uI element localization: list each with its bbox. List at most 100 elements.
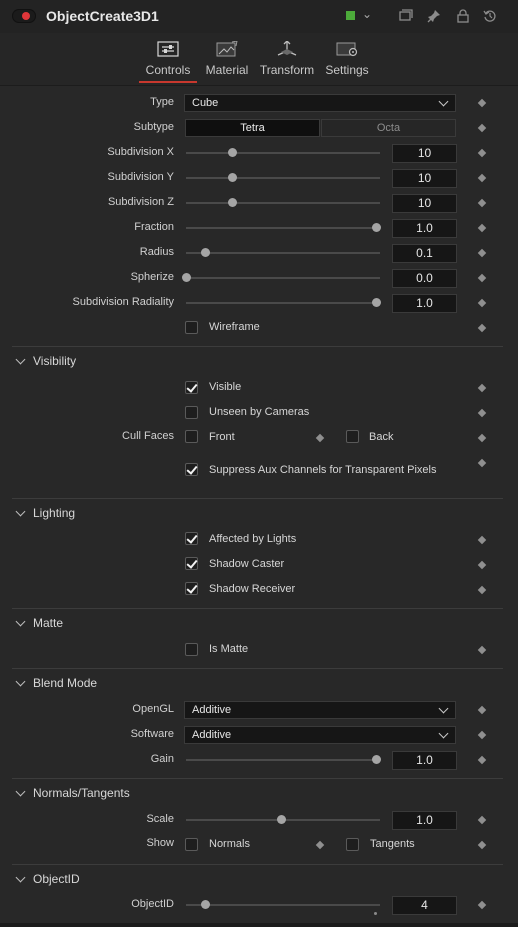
subdivision-x-value-field[interactable]: 10 [392, 144, 457, 163]
keyframe-diamond[interactable] [477, 383, 487, 393]
spherize-slider-track[interactable] [186, 277, 380, 279]
radius-slider-track[interactable] [186, 252, 380, 254]
fraction-value-field[interactable]: 1.0 [392, 219, 457, 238]
tab-material[interactable]: Material [202, 33, 252, 85]
radius-slider-knob[interactable] [201, 248, 210, 257]
tab-controls[interactable]: Controls [139, 33, 197, 85]
keyframe-diamond[interactable] [477, 840, 487, 850]
subdivision-y-value-field[interactable]: 10 [392, 169, 457, 188]
subtype-option-tetra[interactable]: Tetra [185, 119, 320, 137]
reset-icon[interactable] [482, 9, 498, 25]
affected-by-lights-checkbox[interactable] [185, 532, 198, 545]
suppress-aux-checkbox[interactable] [185, 463, 198, 476]
is-matte-checkbox[interactable] [185, 643, 198, 656]
keyframe-diamond[interactable] [477, 730, 487, 740]
keyframe-diamond[interactable] [477, 248, 487, 258]
shadow-caster-checkbox[interactable] [185, 557, 198, 570]
keyframe-diamond[interactable] [477, 535, 487, 545]
subdivision-radiality-slider-knob[interactable] [372, 298, 381, 307]
section-divider [12, 778, 503, 779]
node-title: ObjectCreate3D1 [46, 8, 159, 24]
chevron-down-icon[interactable] [15, 676, 26, 687]
keyframe-diamond[interactable] [477, 645, 487, 655]
color-swatch[interactable] [346, 11, 355, 20]
chevron-down-icon[interactable] [15, 786, 26, 797]
keyframe-diamond[interactable] [477, 298, 487, 308]
subdivision-z-value-field[interactable]: 10 [392, 194, 457, 213]
keyframe-diamond[interactable] [477, 148, 487, 158]
objectid-slider-knob[interactable] [201, 900, 210, 909]
radius-label: Radius [139, 246, 174, 258]
show-tangents-checkbox[interactable] [346, 838, 359, 851]
type-dropdown[interactable]: Cube [184, 94, 456, 112]
gain-slider-track[interactable] [186, 759, 380, 761]
software-dropdown[interactable]: Additive [184, 726, 456, 744]
lock-icon[interactable] [455, 9, 471, 25]
wireframe-checkbox[interactable] [185, 321, 198, 334]
scale-value-field[interactable]: 1.0 [392, 811, 457, 830]
opengl-dropdown[interactable]: Additive [184, 701, 456, 719]
chevron-down-icon[interactable] [15, 506, 26, 517]
keyframe-diamond[interactable] [477, 755, 487, 765]
scale-slider-knob[interactable] [277, 815, 286, 824]
subdivision-z-slider-knob[interactable] [228, 198, 237, 207]
objectid-slider-track[interactable] [186, 904, 380, 906]
keyframe-diamond[interactable] [477, 223, 487, 233]
section-title-visibility[interactable]: Visibility [33, 354, 76, 368]
tab-transform[interactable]: Transform [258, 33, 316, 85]
subdivision-radiality-value-field[interactable]: 1.0 [392, 294, 457, 313]
pin-icon[interactable] [426, 9, 442, 25]
subtype-option-octa[interactable]: Octa [321, 119, 456, 137]
keyframe-diamond[interactable] [477, 173, 487, 183]
keyframe-diamond[interactable] [315, 840, 325, 850]
chevron-down-icon[interactable] [15, 616, 26, 627]
tab-label: Transform [259, 63, 315, 77]
spherize-slider-knob[interactable] [182, 273, 191, 282]
subdivision-z-slider-track[interactable] [186, 202, 380, 204]
spherize-value-field[interactable]: 0.0 [392, 269, 457, 288]
keyframe-diamond[interactable] [477, 433, 487, 443]
fraction-slider-track[interactable] [186, 227, 380, 229]
keyframe-diamond[interactable] [477, 123, 487, 133]
cull-front-checkbox[interactable] [185, 430, 198, 443]
keyframe-diamond[interactable] [477, 815, 487, 825]
subdivision-y-slider-track[interactable] [186, 177, 380, 179]
keyframe-diamond[interactable] [477, 198, 487, 208]
section-title-normals-tangents[interactable]: Normals/Tangents [33, 786, 130, 800]
windows-icon[interactable] [398, 9, 414, 25]
section-title-matte[interactable]: Matte [33, 616, 63, 630]
keyframe-diamond[interactable] [477, 705, 487, 715]
keyframe-diamond[interactable] [477, 408, 487, 418]
radius-value-field[interactable]: 0.1 [392, 244, 457, 263]
keyframe-diamond[interactable] [477, 560, 487, 570]
tab-settings[interactable]: Settings [323, 33, 371, 85]
subtype-label: Subtype [133, 121, 174, 133]
visible-checkbox[interactable] [185, 381, 198, 394]
keyframe-diamond[interactable] [477, 323, 487, 333]
section-title-blend-mode[interactable]: Blend Mode [33, 676, 97, 690]
shadow-receiver-checkbox[interactable] [185, 582, 198, 595]
subdivision-radiality-slider-track[interactable] [186, 302, 380, 304]
unseen-by-cameras-checkbox[interactable] [185, 406, 198, 419]
subdivision-x-slider-track[interactable] [186, 152, 380, 154]
keyframe-diamond[interactable] [477, 458, 487, 468]
fraction-slider-knob[interactable] [372, 223, 381, 232]
cull-back-checkbox[interactable] [346, 430, 359, 443]
subdivision-y-slider-knob[interactable] [228, 173, 237, 182]
power-toggle[interactable] [12, 9, 36, 23]
keyframe-diamond[interactable] [477, 900, 487, 910]
keyframe-diamond[interactable] [477, 585, 487, 595]
chevron-down-icon[interactable]: ⌄ [362, 7, 372, 21]
keyframe-diamond[interactable] [315, 433, 325, 443]
chevron-down-icon[interactable] [15, 872, 26, 883]
show-normals-checkbox[interactable] [185, 838, 198, 851]
objectid-value-field[interactable]: 4 [392, 896, 457, 915]
keyframe-diamond[interactable] [477, 273, 487, 283]
subdivision-x-slider-knob[interactable] [228, 148, 237, 157]
section-title-objectid[interactable]: ObjectID [33, 872, 80, 886]
gain-slider-knob[interactable] [372, 755, 381, 764]
chevron-down-icon[interactable] [15, 354, 26, 365]
gain-value-field[interactable]: 1.0 [392, 751, 457, 770]
section-title-lighting[interactable]: Lighting [33, 506, 75, 520]
keyframe-diamond[interactable] [477, 98, 487, 108]
